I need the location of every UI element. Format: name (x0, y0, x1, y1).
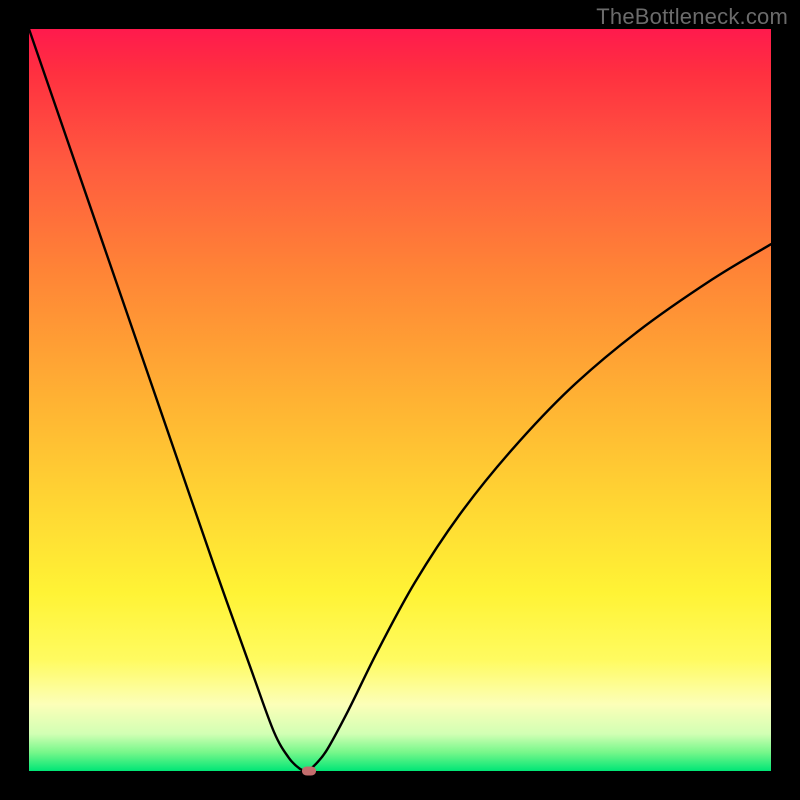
curve-path (29, 29, 771, 771)
plot-area (29, 29, 771, 771)
watermark-text: TheBottleneck.com (596, 4, 788, 30)
optimum-marker (302, 767, 316, 776)
bottleneck-curve (29, 29, 771, 771)
